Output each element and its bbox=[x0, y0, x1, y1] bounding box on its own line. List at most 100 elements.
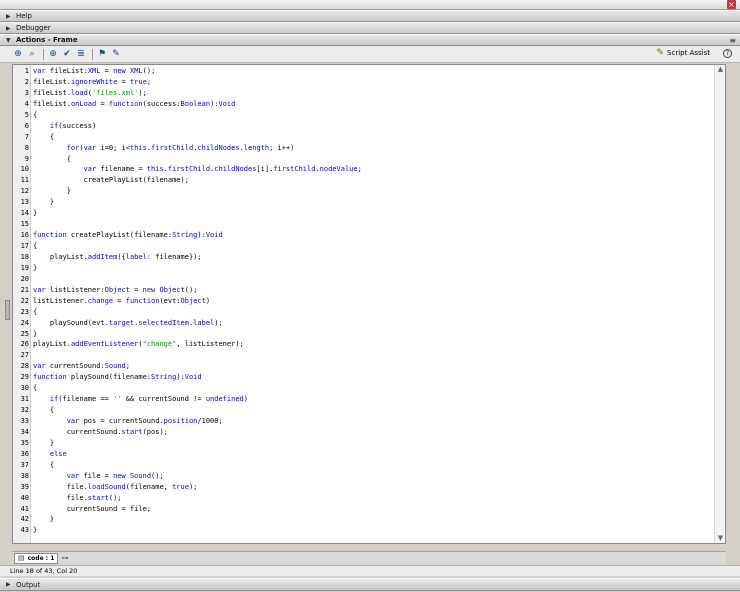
line-number: 9 bbox=[24, 154, 29, 163]
auto-format-icon[interactable]: ≣ bbox=[75, 48, 87, 60]
code-text: { bbox=[33, 384, 38, 393]
status-bar: Line 18 of 43, Col 20 bbox=[0, 565, 740, 576]
code-line[interactable]: 42 } bbox=[13, 514, 725, 525]
actions-toolbar: ⊕ ⌕ ⊕ ✔ ≣ ⚑ ✎ ✎ Script Assist ? bbox=[0, 46, 740, 63]
check-syntax-icon[interactable]: ✔ bbox=[61, 48, 73, 60]
code-text: var currentSound:Sound; bbox=[33, 362, 130, 371]
code-line[interactable]: 33 var pos = currentSound.position/1000; bbox=[13, 416, 725, 427]
toolbar-separator bbox=[92, 48, 93, 60]
code-text: { bbox=[33, 110, 38, 119]
code-line[interactable]: 41 currentSound = file; bbox=[13, 504, 725, 515]
code-line[interactable]: 6 if(success) bbox=[13, 121, 725, 132]
line-number: 7 bbox=[24, 132, 29, 141]
panel-collapse-handle[interactable] bbox=[5, 300, 10, 320]
code-text: } bbox=[33, 198, 55, 207]
code-line[interactable]: 20 bbox=[13, 274, 725, 285]
line-number: 36 bbox=[20, 449, 29, 458]
line-number: 26 bbox=[20, 340, 29, 349]
code-line[interactable]: 35 } bbox=[13, 438, 725, 449]
panel-debugger-label: Debugger bbox=[16, 24, 51, 32]
code-text: var file = new Sound(); bbox=[66, 471, 164, 480]
line-number: 42 bbox=[20, 515, 29, 524]
code-line[interactable]: 14} bbox=[13, 208, 725, 219]
code-hint-icon[interactable]: ⚑ bbox=[96, 48, 108, 60]
panel-help[interactable]: ▶ Help bbox=[0, 10, 740, 22]
code-line[interactable]: 21 var listListener:Object = new Object()… bbox=[13, 285, 725, 296]
code-line[interactable]: 30 { bbox=[13, 383, 725, 394]
code-text: if(filename == '' && currentSound != und… bbox=[49, 395, 248, 404]
code-text: } bbox=[33, 515, 55, 524]
code-line[interactable]: 5{ bbox=[13, 110, 725, 121]
line-number: 10 bbox=[20, 165, 29, 174]
code-line[interactable]: 34 currentSound.start(pos); bbox=[13, 427, 725, 438]
panel-output[interactable]: ▶ Output bbox=[0, 578, 740, 591]
code-line[interactable]: 11 createPlayList(filename); bbox=[13, 175, 725, 186]
code-line[interactable]: 25} bbox=[13, 329, 725, 340]
code-line[interactable]: 22 listListener.change = function(evt:Obj… bbox=[13, 296, 725, 307]
code-text: createPlayList(filename); bbox=[33, 176, 189, 185]
code-text: { bbox=[33, 406, 55, 415]
line-number: 6 bbox=[24, 121, 29, 130]
close-icon[interactable]: × bbox=[727, 0, 736, 9]
code-line[interactable]: 38 var file = new Sound(); bbox=[13, 471, 725, 482]
line-number: 39 bbox=[20, 482, 29, 491]
help-icon[interactable]: ? bbox=[723, 49, 732, 58]
panel-actions[interactable]: ▼ Actions - Frame ≡ bbox=[0, 34, 740, 46]
script-assist-button[interactable]: ✎ Script Assist bbox=[657, 48, 711, 58]
code-line[interactable]: 17 { bbox=[13, 241, 725, 252]
code-line[interactable]: 10 var filename = this.firstChild.childN… bbox=[13, 164, 725, 175]
code-line[interactable]: 8 for(var i=0; i<this.firstChild.childNo… bbox=[13, 143, 725, 154]
code-line[interactable]: 1 var fileList:XML = new XML(); bbox=[13, 66, 725, 77]
code-text: fileList.load('files.xml'); bbox=[33, 88, 147, 97]
code-line[interactable]: 28 var currentSound:Sound; bbox=[13, 361, 725, 372]
line-number: 15 bbox=[20, 220, 29, 229]
script-editor[interactable]: 1 var fileList:XML = new XML(); 2 fileList.… bbox=[12, 64, 726, 544]
find-icon[interactable]: ⌕ bbox=[26, 48, 38, 60]
code-line[interactable]: 37 { bbox=[13, 460, 725, 471]
code-line[interactable]: 24 playSound(evt.target.selectedItem.lab… bbox=[13, 318, 725, 329]
code-line[interactable]: 12 } bbox=[13, 186, 725, 197]
code-line[interactable]: 31 if(filename == '' && currentSound != … bbox=[13, 394, 725, 405]
code-line[interactable]: 39 file.loadSound(filename, true); bbox=[13, 482, 725, 493]
panel-help-label: Help bbox=[16, 12, 32, 20]
code-line[interactable]: 15 bbox=[13, 219, 725, 230]
scroll-down-icon[interactable]: ▼ bbox=[716, 534, 725, 543]
line-number: 5 bbox=[24, 110, 29, 119]
panel-debugger[interactable]: ▶ Debugger bbox=[0, 22, 740, 34]
code-line[interactable]: 9 { bbox=[13, 154, 725, 165]
code-line[interactable]: 13 } bbox=[13, 197, 725, 208]
scroll-up-icon[interactable]: ▲ bbox=[716, 65, 725, 74]
script-tab[interactable]: ▤ code : 1 bbox=[14, 552, 59, 564]
debug-options-icon[interactable]: ✎ bbox=[110, 48, 122, 60]
code-line[interactable]: 23 { bbox=[13, 307, 725, 318]
code-line[interactable]: 16 function createPlayList(filename:Strin… bbox=[13, 230, 725, 241]
code-line[interactable]: 19} bbox=[13, 263, 725, 274]
line-number: 35 bbox=[20, 438, 29, 447]
code-text: } bbox=[33, 526, 38, 535]
code-line[interactable]: 27 bbox=[13, 350, 725, 361]
code-text: currentSound.start(pos); bbox=[33, 427, 168, 436]
code-text: playSound(evt.target.selectedItem.label)… bbox=[33, 318, 223, 327]
code-line[interactable]: 32 { bbox=[13, 405, 725, 416]
add-statement-icon[interactable]: ⊕ bbox=[12, 48, 24, 60]
vertical-scrollbar[interactable]: ▲ ▼ bbox=[714, 65, 725, 543]
line-number: 14 bbox=[20, 209, 29, 218]
code-line[interactable]: 29 function playSound(filename:String):Vo… bbox=[13, 372, 725, 383]
code-line[interactable]: 3 fileList.load('files.xml'); bbox=[13, 88, 725, 99]
code-text: } bbox=[33, 263, 38, 272]
code-line[interactable]: 26 playList.addEventListener("change", li… bbox=[13, 339, 725, 350]
code-line[interactable]: 40 file.start(); bbox=[13, 493, 725, 504]
code-line[interactable]: 36 else bbox=[13, 449, 725, 460]
target-path-icon[interactable]: ⊕ bbox=[47, 48, 59, 60]
code-line[interactable]: 43} bbox=[13, 525, 725, 536]
line-number: 34 bbox=[20, 427, 29, 436]
code-line[interactable]: 18 playList.addItem({label: filename}); bbox=[13, 252, 725, 263]
line-number: 31 bbox=[20, 395, 29, 404]
panel-options-icon[interactable]: ≡ bbox=[729, 36, 736, 45]
code-line[interactable]: 2 fileList.ignoreWhite = true; bbox=[13, 77, 725, 88]
code-text: playList.addEventListener("change", list… bbox=[33, 340, 244, 349]
code-line[interactable]: 7 { bbox=[13, 132, 725, 143]
code-line[interactable]: 4 fileList.onLoad = function(success:Bool… bbox=[13, 99, 725, 110]
code-lines: 1 var fileList:XML = new XML(); 2 fileList.… bbox=[13, 66, 725, 536]
pin-icon[interactable]: ⊶ bbox=[61, 554, 68, 562]
